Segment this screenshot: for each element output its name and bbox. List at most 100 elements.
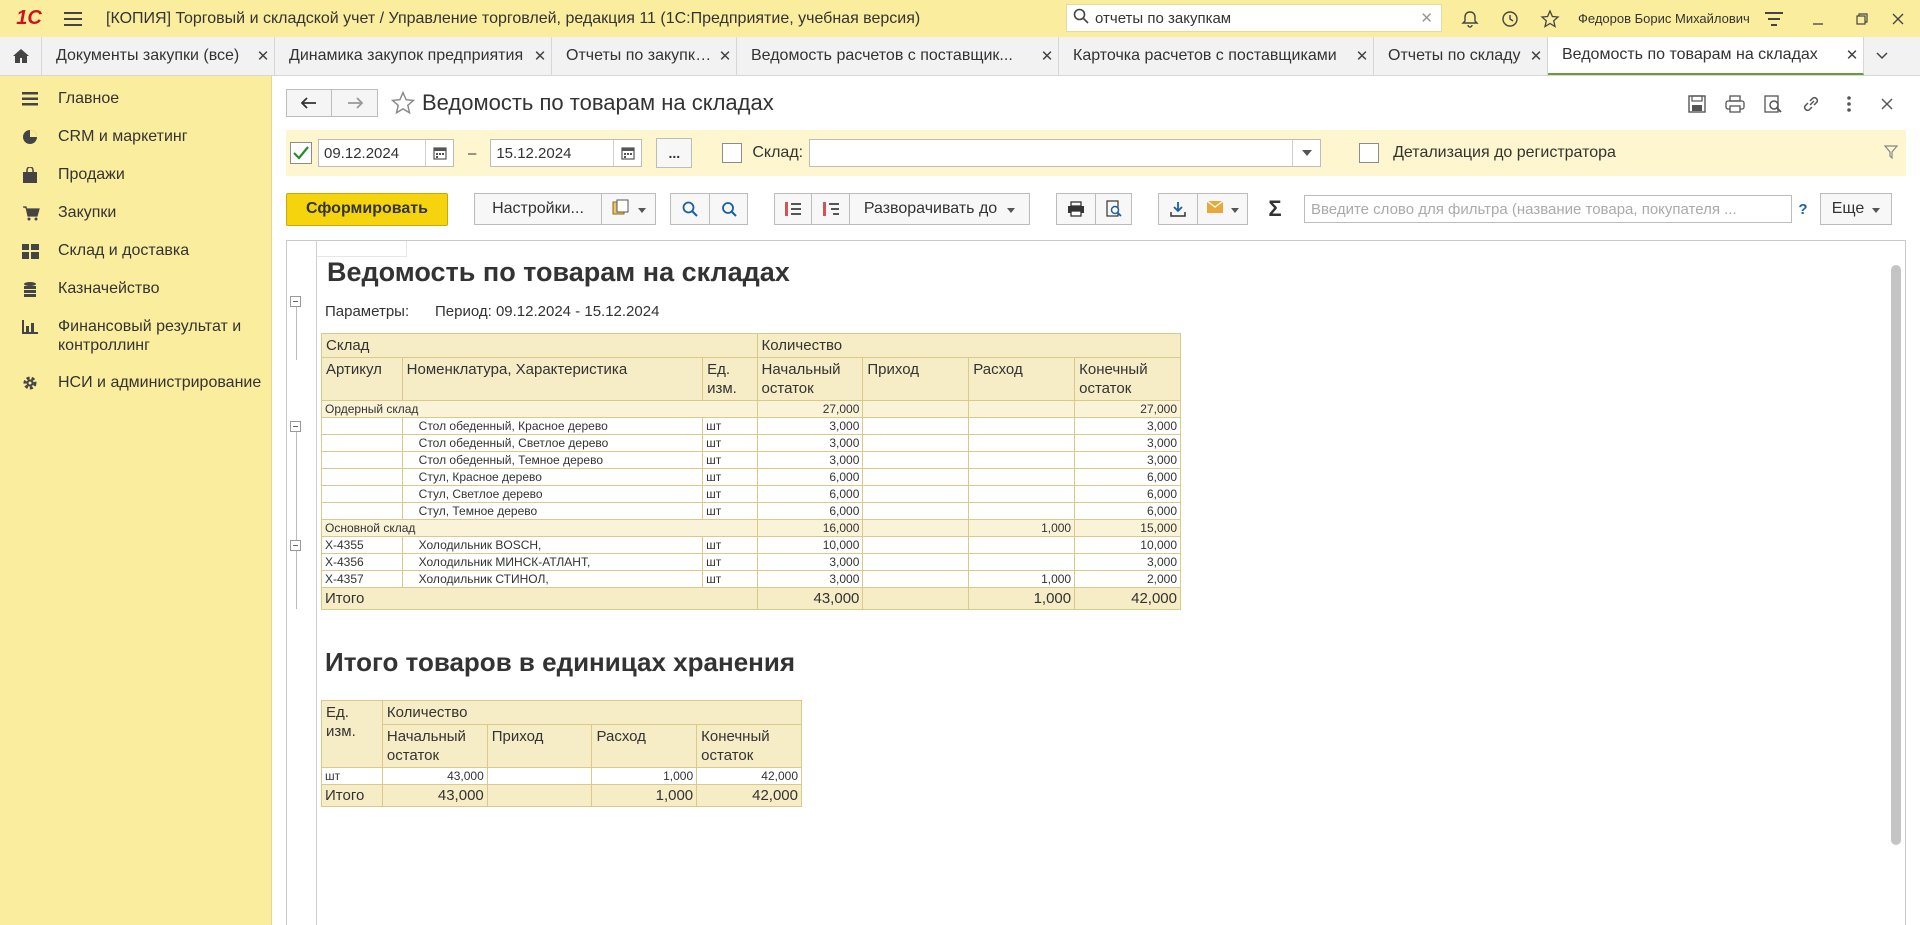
period-checkbox[interactable] <box>290 142 312 164</box>
command-bar: Сформировать Настройки... Разворачивать … <box>286 192 1906 226</box>
close-tab-icon[interactable]: ✕ <box>1036 47 1058 65</box>
sidebar-item-warehouse[interactable]: Склад и доставка <box>0 232 271 270</box>
tab-label: Документы закупки (все) <box>56 47 240 64</box>
tab-supplier-statement[interactable]: Ведомость расчетов с поставщик... ✕ <box>737 37 1059 75</box>
tab-warehouse-reports[interactable]: Отчеты по складу ✕ <box>1374 37 1548 75</box>
filter-input[interactable]: Введите слово для фильтра (название това… <box>1304 195 1792 223</box>
minimize-icon[interactable] <box>1796 0 1840 37</box>
favorite-star-icon[interactable] <box>390 90 416 119</box>
preview-icon[interactable] <box>1754 90 1792 118</box>
group-start: 16,000 <box>756 519 864 537</box>
cart-icon <box>22 203 58 223</box>
collapse-header-group-icon[interactable] <box>290 296 301 307</box>
collapse-groups-button[interactable] <box>774 193 812 225</box>
user-name[interactable]: Федоров Борис Михайлович <box>1578 0 1750 37</box>
settings-button[interactable]: Настройки... <box>474 193 602 225</box>
more-vertical-icon[interactable] <box>1830 90 1868 118</box>
save-icon[interactable] <box>1678 90 1716 118</box>
close-window-icon[interactable] <box>1876 0 1920 37</box>
close-tab-icon[interactable]: ✕ <box>1525 47 1547 65</box>
print-button[interactable] <box>1056 193 1096 225</box>
tab-purchase-dynamics[interactable]: Динамика закупок предприятия ✕ <box>275 37 552 75</box>
cell-nomenclature: Стол обеденный, Красное дерево <box>401 417 704 435</box>
print-preview-button[interactable] <box>1096 193 1132 225</box>
variants-icon <box>612 199 630 220</box>
grouping-gutter <box>287 241 317 925</box>
more-button[interactable]: Еще <box>1820 193 1892 225</box>
date-to-field[interactable]: 15.12.2024 <box>490 139 643 167</box>
settings-menu-icon[interactable] <box>1752 0 1796 37</box>
variants-button[interactable] <box>602 193 656 225</box>
total-row: Итого 43,000 1,000 42,000 <box>321 587 1181 610</box>
close-tab-icon[interactable]: ✕ <box>714 47 736 65</box>
close-tab-icon[interactable]: ✕ <box>1841 46 1863 64</box>
sidebar-item-purchases[interactable]: Закупки <box>0 194 271 232</box>
header-unit: Ед. изм. <box>702 357 758 401</box>
history-icon[interactable] <box>1490 0 1530 37</box>
filter-funnel-icon[interactable] <box>1883 144 1899 162</box>
report-scrollbar[interactable] <box>1891 255 1901 925</box>
expand-to-button[interactable]: Разворачивать до <box>850 193 1030 225</box>
sidebar-item-crm[interactable]: CRM и маркетинг <box>0 118 271 156</box>
forward-button[interactable] <box>332 89 378 117</box>
global-search-input[interactable]: отчеты по закупкам ✕ <box>1066 4 1442 32</box>
tab-purchase-documents[interactable]: Документы закупки (все) ✕ <box>42 37 275 75</box>
calendar-icon[interactable] <box>613 140 641 166</box>
generate-button[interactable]: Сформировать <box>286 192 448 226</box>
print-icon[interactable] <box>1716 90 1754 118</box>
dropdown-arrow-icon[interactable] <box>1292 140 1320 166</box>
warehouse-checkbox[interactable] <box>722 143 743 163</box>
units-total-expense: 1,000 <box>591 784 698 807</box>
sidebar-item-finance[interactable]: Финансовый результат и контроллинг <box>0 308 271 364</box>
tabs-dropdown-icon[interactable] <box>1864 37 1900 75</box>
params-value: Период: 09.12.2024 - 15.12.2024 <box>435 303 660 320</box>
link-icon[interactable] <box>1792 90 1830 118</box>
cell-start: 3,000 <box>756 417 864 435</box>
sidebar-item-sales[interactable]: Продажи <box>0 156 271 194</box>
close-tab-icon[interactable]: ✕ <box>1351 47 1373 65</box>
close-tab-icon[interactable]: ✕ <box>252 47 274 65</box>
sum-sigma-icon[interactable]: Σ <box>1258 196 1292 222</box>
help-link[interactable]: ? <box>1792 201 1814 218</box>
table-row: Стол обеденный, Светлое дерево шт 3,000 3,0… <box>321 434 1181 452</box>
send-email-button[interactable] <box>1198 193 1248 225</box>
save-to-file-button[interactable] <box>1158 193 1198 225</box>
clear-search-icon[interactable]: ✕ <box>1420 9 1433 27</box>
report-form: Ведомость по товарам на складах 09.12.20… <box>272 76 1920 925</box>
sidebar-item-treasury[interactable]: Казначейство <box>0 270 271 308</box>
units-total-row: Итого 43,000 1,000 42,000 <box>321 784 802 807</box>
detail-checkbox[interactable] <box>1359 143 1380 163</box>
favorites-star-icon[interactable] <box>1530 0 1570 37</box>
table-row: X-4356 Холодильник МИНСК-АТЛАНТ, шт 3,000 3,… <box>321 553 1181 571</box>
sidebar-item-admin[interactable]: НСИ и администрирование <box>0 364 271 402</box>
sidebar-item-label: Финансовый результат и контроллинг <box>58 318 242 354</box>
back-button[interactable] <box>286 89 332 117</box>
collapse-group-icon[interactable] <box>290 421 301 432</box>
tab-supplier-card[interactable]: Карточка расчетов с поставщиками ✕ <box>1059 37 1374 75</box>
find-button[interactable] <box>670 193 710 225</box>
main-menu-icon[interactable] <box>58 0 88 37</box>
cell-end: 2,000 <box>1074 570 1181 588</box>
chevron-down-icon <box>1872 200 1881 218</box>
home-icon[interactable] <box>0 37 42 75</box>
tab-goods-statement[interactable]: Ведомость по товарам на складах ✕ <box>1548 37 1864 75</box>
date-from-field[interactable]: 09.12.2024 <box>318 139 454 167</box>
calendar-icon[interactable] <box>425 140 453 166</box>
warehouse-field[interactable] <box>809 139 1322 167</box>
tab-purchase-reports[interactable]: Отчеты по закупкам ✕ <box>552 37 737 75</box>
close-form-icon[interactable] <box>1868 90 1906 118</box>
sidebar-item-main[interactable]: Главное <box>0 80 271 118</box>
select-period-button[interactable]: ... <box>656 138 693 168</box>
collapse-group-icon[interactable] <box>290 540 301 551</box>
table-row: Стул, Светлое дерево шт 6,000 6,000 <box>321 485 1181 503</box>
group-income <box>862 400 970 418</box>
bell-icon[interactable] <box>1450 0 1490 37</box>
close-tab-icon[interactable]: ✕ <box>529 47 551 65</box>
scrollbar-thumb[interactable] <box>1891 265 1901 845</box>
expand-groups-button[interactable] <box>812 193 850 225</box>
expand-to-label: Разворачивать до <box>863 200 998 217</box>
cell-income <box>862 451 970 469</box>
find-next-button[interactable] <box>710 193 748 225</box>
total-start: 43,000 <box>756 587 864 610</box>
group-expense <box>968 400 1076 418</box>
